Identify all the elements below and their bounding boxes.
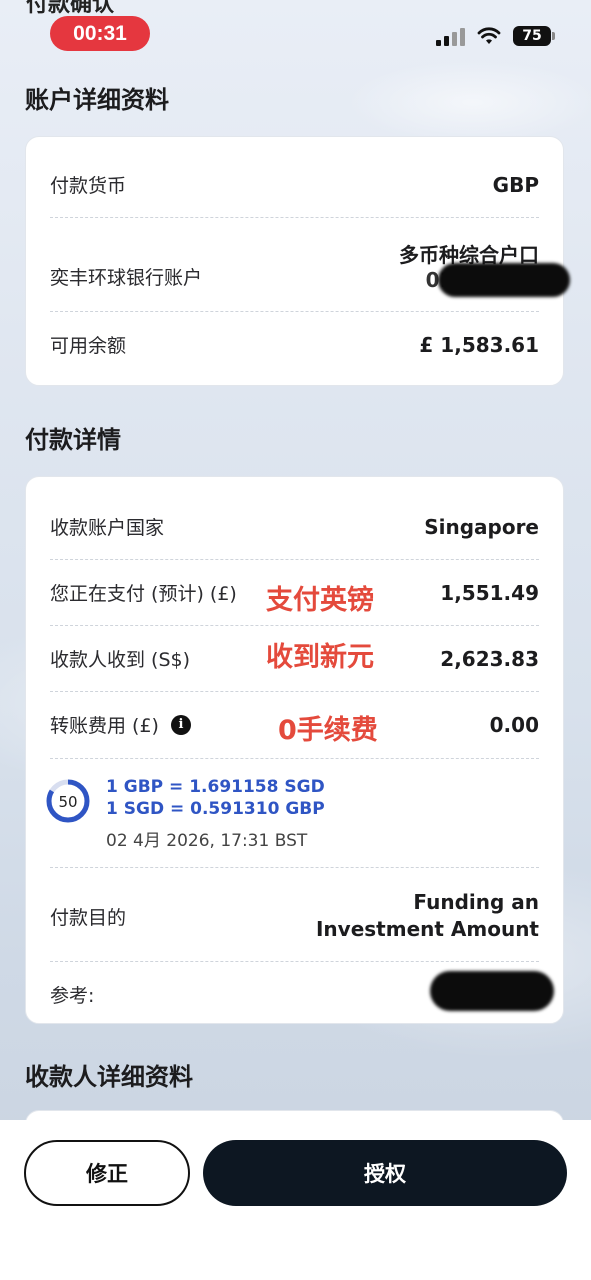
row-label: 收款人收到 (S$) [50,649,191,671]
account-card: 付款货币 GBP 奕丰环球银行账户 多币种综合户口 0162157 可用余额 £… [25,136,570,386]
row-label: 收款账户国家 [50,517,165,539]
row-label: 付款目的 [50,906,127,929]
payee-section-title: 收款人详细资料 [25,1063,193,1091]
purpose-line-2: Investment Amount [315,917,539,941]
row-value: Singapore [424,514,539,539]
annotation-zero-fee: 0手续费 [278,715,378,746]
divider [50,625,539,626]
row-country: 收款账户国家 Singapore [50,513,539,540]
row-label: 奕丰环球银行账户 [50,266,203,289]
revise-button[interactable]: 修正 [24,1140,190,1206]
row-value: 1,551.49 [440,580,539,605]
account-section-title: 账户详细资料 [25,86,169,114]
row-label: 可用余额 [50,335,127,357]
row-payment-currency: 付款货币 GBP [50,171,539,198]
row-label-wrap: 转账费用 (£) i [50,711,191,738]
row-value: 2,623.83 [440,646,539,671]
row-label: 参考: [50,985,95,1007]
battery-icon: 75 [513,26,555,46]
rate-countdown-ring: 50 [46,779,90,823]
wifi-icon [477,27,501,44]
rate-timestamp: 02 4月 2026, 17:31 BST [106,831,308,851]
redaction-mark [430,971,554,1011]
row-purpose: 付款目的 Funding an Investment Amount [50,889,539,943]
payment-card: 收款账户国家 Singapore 您正在支付 (预计) (£) 1,551.49… [25,476,564,1024]
authorize-button[interactable]: 授权 [203,1140,567,1206]
row-value: 0.00 [489,712,539,737]
row-available-balance: 可用余额 £ 1,583.61 [50,331,539,358]
divider [50,867,539,868]
rate-gbp-sgd: 1 GBP = 1.691158 SGD [106,777,325,797]
divider [50,961,539,962]
divider [50,311,539,312]
call-timer[interactable]: 00:31 [50,16,150,51]
row-value: Funding an Investment Amount [316,889,539,943]
divider [50,217,539,218]
row-label: 您正在支付 (预计) (£) [50,583,237,605]
row-label: 转账费用 (£) [50,715,159,737]
row-value: GBP [492,172,539,197]
divider [50,559,539,560]
divider [50,758,539,759]
annotation-receive-sgd: 收到新元 [266,642,374,673]
row-value: £ 1,583.61 [419,332,539,357]
info-icon[interactable]: i [170,714,191,735]
payment-section-title: 付款详情 [25,426,121,454]
divider [50,691,539,692]
countdown-value: 50 [58,793,77,811]
action-footer: 修正 授权 [0,1120,591,1280]
row-label: 付款货币 [50,175,127,197]
status-icons: 75 [436,26,555,46]
rate-sgd-gbp: 1 SGD = 0.591310 GBP [106,799,325,819]
annotation-pay-gbp: 支付英镑 [266,585,374,616]
redaction-mark [438,263,570,297]
purpose-line-1: Funding an [413,890,539,914]
signal-icon [436,26,465,46]
